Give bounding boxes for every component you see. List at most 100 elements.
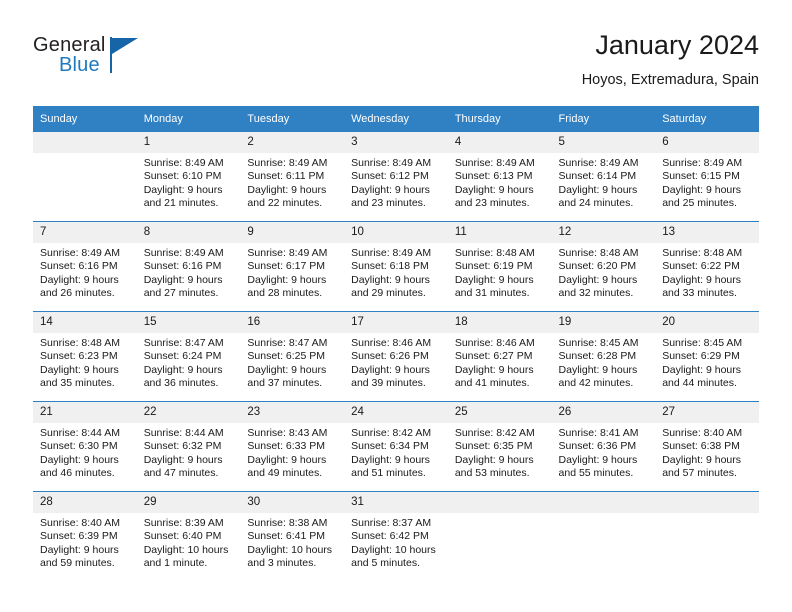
day-sunset-text: Sunset: 6:16 PM: [40, 260, 118, 273]
day-daylight-text: Daylight: 9 hours: [351, 453, 430, 466]
day-details: Sunrise: 8:49 AM Sunset: 6:17 PM Daylight:…: [240, 243, 344, 301]
day-number: 7: [33, 222, 137, 243]
day-daylight-text: and 25 minutes.: [662, 197, 737, 210]
day-number: 21: [33, 402, 137, 423]
day-sunrise-text: Sunrise: 8:46 AM: [454, 337, 535, 349]
day-daylight-text: and 37 minutes.: [247, 377, 323, 390]
day-details: Sunrise: 8:42 AM Sunset: 6:35 PM Daylight:…: [448, 423, 552, 481]
day-daylight-text: and 57 minutes.: [662, 467, 737, 480]
weekday-header-monday: Monday: [136, 106, 241, 132]
calendar-day-cell[interactable]: 5 Sunrise: 8:49 AM Sunset: 6:14 PM Daylight…: [551, 132, 656, 222]
day-sunset-text: Sunset: 6:42 PM: [351, 530, 429, 543]
day-daylight-text: Daylight: 9 hours: [558, 363, 638, 376]
day-sunrise-text: Sunrise: 8:46 AM: [351, 337, 432, 349]
day-daylight-text: Daylight: 9 hours: [558, 183, 638, 196]
day-daylight-text: and 26 minutes.: [40, 287, 115, 300]
day-daylight-text: Daylight: 9 hours: [558, 273, 638, 286]
day-details: Sunrise: 8:49 AM Sunset: 6:12 PM Daylight:…: [344, 153, 448, 211]
day-sunrise-text: Sunrise: 8:37 AM: [351, 517, 432, 529]
calendar-day-cell[interactable]: 3 Sunrise: 8:49 AM Sunset: 6:12 PM Daylight…: [344, 132, 448, 222]
day-details: Sunrise: 8:49 AM Sunset: 6:13 PM Daylight:…: [448, 153, 552, 211]
calendar-day-cell[interactable]: 13 Sunrise: 8:48 AM Sunset: 6:22 PM Dayligh…: [655, 221, 759, 312]
brand-name-blue: Blue: [59, 54, 100, 76]
day-sunset-text: Sunset: 6:36 PM: [558, 440, 637, 453]
calendar-day-cell[interactable]: 23 Sunrise: 8:43 AM Sunset: 6:33 PM Dayligh…: [240, 401, 345, 492]
day-daylight-text: and 33 minutes.: [662, 287, 737, 300]
calendar-day-cell[interactable]: 21 Sunrise: 8:44 AM Sunset: 6:30 PM Dayligh…: [33, 401, 137, 492]
calendar-day-cell[interactable]: 12 Sunrise: 8:48 AM Sunset: 6:20 PM Dayligh…: [551, 221, 656, 312]
calendar-day-cell[interactable]: 29 Sunrise: 8:39 AM Sunset: 6:40 PM Dayligh…: [136, 491, 241, 581]
day-details: Sunrise: 8:44 AM Sunset: 6:30 PM Daylight:…: [33, 423, 137, 481]
day-sunset-text: Sunset: 6:41 PM: [247, 530, 326, 543]
day-sunset-text: Sunset: 6:16 PM: [143, 260, 222, 273]
day-details: Sunrise: 8:45 AM Sunset: 6:29 PM Daylight:…: [655, 333, 759, 391]
day-daylight-text: and 46 minutes.: [40, 467, 115, 480]
day-sunrise-text: Sunrise: 8:44 AM: [40, 427, 120, 439]
calendar-week-row: 1 Sunrise: 8:49 AM Sunset: 6:10 PM Daylight…: [33, 132, 759, 222]
day-number: [655, 492, 759, 513]
calendar-day-cell[interactable]: 2 Sunrise: 8:49 AM Sunset: 6:11 PM Daylight…: [240, 132, 345, 222]
calendar-day-cell[interactable]: 31 Sunrise: 8:37 AM Sunset: 6:42 PM Dayligh…: [344, 491, 448, 581]
calendar-day-cell[interactable]: 27 Sunrise: 8:40 AM Sunset: 6:38 PM Dayligh…: [655, 401, 759, 492]
calendar-day-cell[interactable]: 14 Sunrise: 8:48 AM Sunset: 6:23 PM Dayligh…: [33, 311, 137, 402]
day-number: 19: [551, 312, 656, 333]
calendar-day-cell[interactable]: 17 Sunrise: 8:46 AM Sunset: 6:26 PM Dayligh…: [344, 311, 448, 402]
calendar-cell-empty: [551, 491, 656, 581]
day-number: 5: [551, 132, 656, 153]
day-sunset-text: Sunset: 6:30 PM: [40, 440, 118, 453]
calendar-day-cell[interactable]: 9 Sunrise: 8:49 AM Sunset: 6:17 PM Daylight…: [240, 221, 345, 312]
day-details: Sunrise: 8:45 AM Sunset: 6:28 PM Daylight:…: [552, 333, 656, 391]
weekday-header-sunday: Sunday: [33, 106, 137, 132]
calendar-day-cell[interactable]: 26 Sunrise: 8:41 AM Sunset: 6:36 PM Dayligh…: [551, 401, 656, 492]
calendar-day-cell[interactable]: 28 Sunrise: 8:40 AM Sunset: 6:39 PM Dayligh…: [33, 491, 137, 581]
calendar-day-cell[interactable]: 22 Sunrise: 8:44 AM Sunset: 6:32 PM Dayligh…: [136, 401, 241, 492]
day-daylight-text: and 32 minutes.: [558, 287, 634, 300]
day-sunset-text: Sunset: 6:18 PM: [351, 260, 429, 273]
day-number: 15: [136, 312, 241, 333]
calendar-day-cell[interactable]: 19 Sunrise: 8:45 AM Sunset: 6:28 PM Dayligh…: [551, 311, 656, 402]
calendar-cell-empty: [33, 132, 137, 222]
day-sunset-text: Sunset: 6:32 PM: [143, 440, 222, 453]
calendar-day-cell[interactable]: 25 Sunrise: 8:42 AM Sunset: 6:35 PM Dayligh…: [447, 401, 552, 492]
calendar-day-cell[interactable]: 6 Sunrise: 8:49 AM Sunset: 6:15 PM Daylight…: [655, 132, 759, 222]
general-blue-logo[interactable]: General Blue: [33, 34, 153, 86]
calendar-day-cell[interactable]: 20 Sunrise: 8:45 AM Sunset: 6:29 PM Dayligh…: [655, 311, 759, 402]
calendar-day-cell[interactable]: 15 Sunrise: 8:47 AM Sunset: 6:24 PM Dayligh…: [136, 311, 241, 402]
calendar-day-cell[interactable]: 16 Sunrise: 8:47 AM Sunset: 6:25 PM Dayligh…: [240, 311, 345, 402]
day-daylight-text: and 21 minutes.: [143, 197, 219, 210]
day-details: Sunrise: 8:44 AM Sunset: 6:32 PM Daylight:…: [137, 423, 241, 481]
day-daylight-text: and 44 minutes.: [662, 377, 737, 390]
day-daylight-text: Daylight: 9 hours: [662, 453, 742, 466]
day-details: Sunrise: 8:43 AM Sunset: 6:33 PM Daylight:…: [240, 423, 344, 481]
day-daylight-text: Daylight: 9 hours: [143, 453, 223, 466]
day-details: Sunrise: 8:46 AM Sunset: 6:26 PM Daylight:…: [344, 333, 448, 391]
calendar-day-cell[interactable]: 11 Sunrise: 8:48 AM Sunset: 6:19 PM Dayligh…: [447, 221, 552, 312]
day-sunset-text: Sunset: 6:38 PM: [662, 440, 740, 453]
weekday-header-thursday: Thursday: [447, 106, 552, 132]
day-daylight-text: and 28 minutes.: [247, 287, 323, 300]
calendar-day-cell[interactable]: 1 Sunrise: 8:49 AM Sunset: 6:10 PM Daylight…: [136, 132, 241, 222]
day-sunset-text: Sunset: 6:10 PM: [143, 170, 222, 183]
calendar-day-cell[interactable]: 18 Sunrise: 8:46 AM Sunset: 6:27 PM Dayligh…: [447, 311, 552, 402]
day-daylight-text: Daylight: 10 hours: [351, 543, 436, 556]
day-daylight-text: Daylight: 9 hours: [454, 453, 534, 466]
day-details: Sunrise: 8:48 AM Sunset: 6:23 PM Daylight:…: [33, 333, 137, 391]
calendar-day-cell[interactable]: 10 Sunrise: 8:49 AM Sunset: 6:18 PM Dayligh…: [344, 221, 448, 312]
day-daylight-text: and 22 minutes.: [247, 197, 323, 210]
day-daylight-text: Daylight: 9 hours: [40, 363, 119, 376]
day-number: 27: [655, 402, 759, 423]
day-details: Sunrise: 8:48 AM Sunset: 6:19 PM Daylight:…: [448, 243, 552, 301]
day-sunset-text: Sunset: 6:14 PM: [558, 170, 637, 183]
calendar-day-cell[interactable]: 30 Sunrise: 8:38 AM Sunset: 6:41 PM Dayligh…: [240, 491, 345, 581]
calendar-day-cell[interactable]: 4 Sunrise: 8:49 AM Sunset: 6:13 PM Daylight…: [447, 132, 552, 222]
day-sunset-text: Sunset: 6:19 PM: [454, 260, 533, 273]
day-sunset-text: Sunset: 6:17 PM: [247, 260, 326, 273]
day-sunrise-text: Sunrise: 8:41 AM: [558, 427, 639, 439]
calendar-day-cell[interactable]: 7 Sunrise: 8:49 AM Sunset: 6:16 PM Daylight…: [33, 221, 137, 312]
calendar-day-cell[interactable]: 8 Sunrise: 8:49 AM Sunset: 6:16 PM Daylight…: [136, 221, 241, 312]
calendar-cell-empty: [447, 491, 552, 581]
calendar-day-cell[interactable]: 24 Sunrise: 8:42 AM Sunset: 6:34 PM Dayligh…: [344, 401, 448, 492]
day-daylight-text: and 47 minutes.: [143, 467, 219, 480]
calendar-page: General Blue January 2024 Hoyos, Extrema…: [0, 0, 792, 612]
day-details: Sunrise: 8:49 AM Sunset: 6:14 PM Daylight:…: [552, 153, 656, 211]
